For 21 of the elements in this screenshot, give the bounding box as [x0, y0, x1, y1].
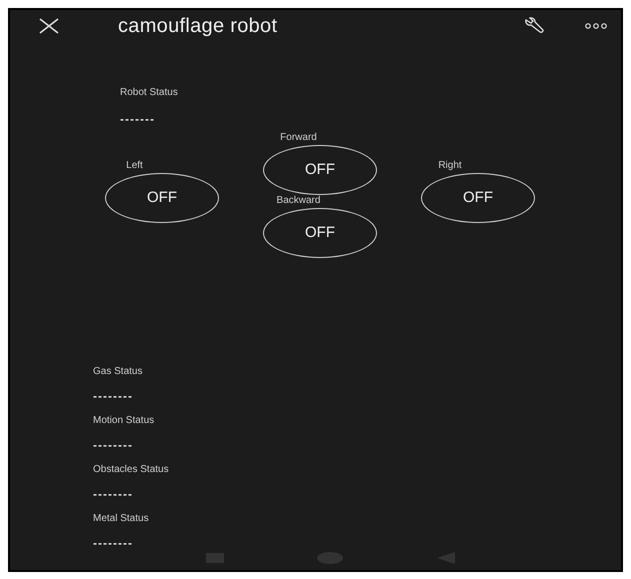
toggle-button[interactable]: OFF: [421, 172, 535, 223]
direction-label: Left: [126, 160, 143, 171]
sensor-value: --------: [93, 536, 134, 550]
sensor-label: Gas Status: [93, 366, 144, 377]
toggle-button[interactable]: OFF: [105, 172, 219, 223]
direction-label: Forward: [280, 132, 317, 143]
direction-label: Right: [438, 160, 462, 171]
sensor-value: --------: [93, 388, 134, 403]
direction-label: Backward: [276, 194, 320, 206]
robot-status-value: -------: [120, 112, 156, 126]
toggle-button[interactable]: OFF: [263, 144, 377, 195]
toggle-button[interactable]: OFF: [263, 208, 377, 258]
sensor-label: Obstacles Status: [93, 464, 170, 475]
sensor-label: Motion Status: [93, 414, 156, 426]
robot-status-label: Robot Status: [120, 86, 179, 98]
sensor-label: Metal Status: [93, 512, 150, 524]
sensor-value: --------: [93, 486, 134, 501]
app-title: camouflage robot: [118, 14, 278, 38]
more-icon[interactable]: [585, 22, 607, 30]
sensor-value: --------: [93, 438, 134, 452]
close-icon[interactable]: [38, 18, 60, 34]
